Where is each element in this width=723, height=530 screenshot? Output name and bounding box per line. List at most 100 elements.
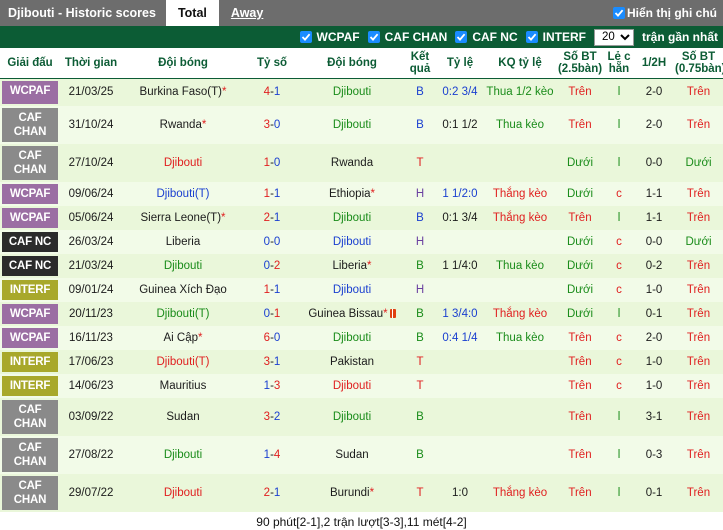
cell-league[interactable]: CAF CHAN: [0, 144, 60, 182]
cell-odds: [436, 436, 484, 474]
cell-away-team[interactable]: Burundi*: [300, 474, 404, 512]
col-header-time[interactable]: Thời gian: [60, 48, 122, 79]
cell-away-team[interactable]: Rwanda: [300, 144, 404, 182]
tab-away-label: Away: [230, 6, 264, 20]
cell-home-team[interactable]: Sierra Leone(T)*: [122, 206, 244, 230]
table-row[interactable]: WCPAF 09/06/24 Djibouti(T) 1-1 Ethiopia* H 1 1…: [0, 182, 723, 206]
col-header-oddeven[interactable]: Lẻ c hẵn: [604, 48, 634, 79]
checkbox-icon[interactable]: [367, 31, 380, 43]
cell-league[interactable]: CAF NC: [0, 254, 60, 278]
match-count-select[interactable]: 10203050: [593, 28, 634, 46]
cell-result: T: [404, 144, 436, 182]
col-header-away[interactable]: Đội bóng: [300, 48, 404, 79]
star-icon: *: [369, 487, 375, 499]
cell-away-team[interactable]: Pakistan: [300, 350, 404, 374]
cell-home-team[interactable]: Guinea Xích Đạo: [122, 278, 244, 302]
table-row[interactable]: WCPAF 16/11/23 Ai Cập* 6-0 Djibouti B 0:4 1/4 T…: [0, 326, 723, 350]
tab-away[interactable]: Away: [219, 0, 275, 26]
cell-away-team[interactable]: Djibouti: [300, 106, 404, 144]
cell-home-team[interactable]: Liberia: [122, 230, 244, 254]
cell-away-team[interactable]: Liberia*: [300, 254, 404, 278]
filter-wcpaf[interactable]: WCPAF: [299, 30, 360, 44]
cell-over-under-075: Trên: [674, 350, 723, 374]
cell-home-team[interactable]: Djibouti(T): [122, 182, 244, 206]
cell-home-team[interactable]: Djibouti(T): [122, 302, 244, 326]
cell-home-team[interactable]: Rwanda*: [122, 106, 244, 144]
cell-home-team[interactable]: Djibouti: [122, 436, 244, 474]
checkbox-icon[interactable]: [455, 31, 468, 43]
table-row[interactable]: WCPAF 05/06/24 Sierra Leone(T)* 2-1 Djibouti…: [0, 206, 723, 230]
cell-league[interactable]: WCPAF: [0, 302, 60, 326]
cell-league[interactable]: CAF NC: [0, 230, 60, 254]
table-row[interactable]: CAF NC 26/03/24 Liberia 0-0 Djibouti H Dưới c 0-…: [0, 230, 723, 254]
table-row[interactable]: INTERF 14/06/23 Mauritius 1-3 Djibouti T Trên c…: [0, 374, 723, 398]
checkbox-icon[interactable]: [299, 31, 312, 43]
cell-away-team[interactable]: Djibouti: [300, 326, 404, 350]
cell-league[interactable]: INTERF: [0, 374, 60, 398]
col-header-ou25[interactable]: Số BT (2.5bàn): [556, 48, 604, 79]
table-row[interactable]: WCPAF 20/11/23 Djibouti(T) 0-1 Guinea Bissau…: [0, 302, 723, 326]
cell-away-team[interactable]: Guinea Bissau*: [300, 302, 404, 326]
table-row[interactable]: INTERF 09/01/24 Guinea Xích Đạo 1-1 Djibouti…: [0, 278, 723, 302]
cell-league[interactable]: INTERF: [0, 350, 60, 374]
filter-caf-nc[interactable]: CAF NC: [455, 30, 518, 44]
filter-caf-chan-label: CAF CHAN: [384, 30, 448, 44]
cell-home-team[interactable]: Djibouti: [122, 474, 244, 512]
cell-league[interactable]: CAF CHAN: [0, 474, 60, 512]
cell-home-team[interactable]: Burkina Faso(T)*: [122, 78, 244, 106]
cell-odds-result: Thắng kèo: [484, 302, 556, 326]
cell-away-team[interactable]: Djibouti: [300, 206, 404, 230]
tab-total[interactable]: Total: [165, 0, 219, 26]
table-row[interactable]: WCPAF 21/03/25 Burkina Faso(T)* 4-1 Djibouti…: [0, 78, 723, 106]
cell-away-team[interactable]: Sudan: [300, 436, 404, 474]
col-header-league[interactable]: Giải đấu: [0, 48, 60, 79]
cell-away-team[interactable]: Djibouti: [300, 278, 404, 302]
cell-home-team[interactable]: Sudan: [122, 398, 244, 436]
checkbox-icon[interactable]: [613, 7, 625, 19]
odds-result-text: Thắng kèo: [492, 187, 548, 200]
col-header-odds-result[interactable]: KQ tỷ lệ: [484, 48, 556, 79]
table-row[interactable]: INTERF 17/06/23 Djibouti(T) 3-1 Pakistan T Trê…: [0, 350, 723, 374]
filter-caf-chan[interactable]: CAF CHAN: [367, 30, 448, 44]
cell-home-team[interactable]: Djibouti(T): [122, 350, 244, 374]
cell-league[interactable]: INTERF: [0, 278, 60, 302]
col-header-home[interactable]: Đội bóng: [122, 48, 244, 79]
cell-away-team[interactable]: Djibouti: [300, 230, 404, 254]
col-header-score[interactable]: Tỷ số: [244, 48, 300, 79]
table-row[interactable]: CAF CHAN 27/08/22 Djibouti 1-4 Sudan B Trên l 0-…: [0, 436, 723, 474]
cell-away-team[interactable]: Djibouti: [300, 398, 404, 436]
table-row[interactable]: CAF NC 21/03/24 Djibouti 0-2 Liberia* B 1 1/4:…: [0, 254, 723, 278]
cell-home-team[interactable]: Djibouti: [122, 144, 244, 182]
show-notes-control[interactable]: Hiển thị ghi chú: [613, 0, 723, 26]
cell-league[interactable]: CAF CHAN: [0, 106, 60, 144]
cell-league[interactable]: WCPAF: [0, 206, 60, 230]
col-header-ou075[interactable]: Số BT (0.75bàn): [674, 48, 723, 79]
cell-league[interactable]: WCPAF: [0, 326, 60, 350]
cell-odds-result: [484, 398, 556, 436]
cell-home-team[interactable]: Ai Cập*: [122, 326, 244, 350]
col-header-odds[interactable]: Tỷ lệ: [436, 48, 484, 79]
cell-odds: 0:1 1/2: [436, 106, 484, 144]
checkbox-icon[interactable]: [525, 31, 538, 43]
cell-league[interactable]: CAF CHAN: [0, 398, 60, 436]
score-away: 3: [273, 380, 281, 392]
cell-away-team[interactable]: Djibouti: [300, 78, 404, 106]
table-row[interactable]: CAF CHAN 03/09/22 Sudan 3-2 Djibouti B Trên l 3-…: [0, 398, 723, 436]
cell-away-team[interactable]: Djibouti: [300, 374, 404, 398]
league-badge: WCPAF: [2, 208, 58, 228]
cell-league[interactable]: CAF CHAN: [0, 436, 60, 474]
cell-league[interactable]: WCPAF: [0, 182, 60, 206]
cell-home-team[interactable]: Djibouti: [122, 254, 244, 278]
col-header-result[interactable]: Kết quả: [404, 48, 436, 79]
table-row[interactable]: CAF CHAN 29/07/22 Djibouti 2-1 Burundi* T 1:0 T…: [0, 474, 723, 512]
cell-league[interactable]: WCPAF: [0, 78, 60, 106]
league-badge: WCPAF: [2, 80, 58, 104]
table-row[interactable]: CAF CHAN 31/10/24 Rwanda* 3-0 Djibouti B 0:1 1…: [0, 106, 723, 144]
cell-odd-even: c: [604, 350, 634, 374]
cell-home-team[interactable]: Mauritius: [122, 374, 244, 398]
table-row[interactable]: CAF CHAN 27/10/24 Djibouti 1-0 Rwanda T Dưới l 0…: [0, 144, 723, 182]
col-header-halftime[interactable]: 1/2H: [634, 48, 674, 79]
cell-score: 3-1: [244, 350, 300, 374]
cell-away-team[interactable]: Ethiopia*: [300, 182, 404, 206]
filter-interf[interactable]: INTERF: [525, 30, 586, 44]
